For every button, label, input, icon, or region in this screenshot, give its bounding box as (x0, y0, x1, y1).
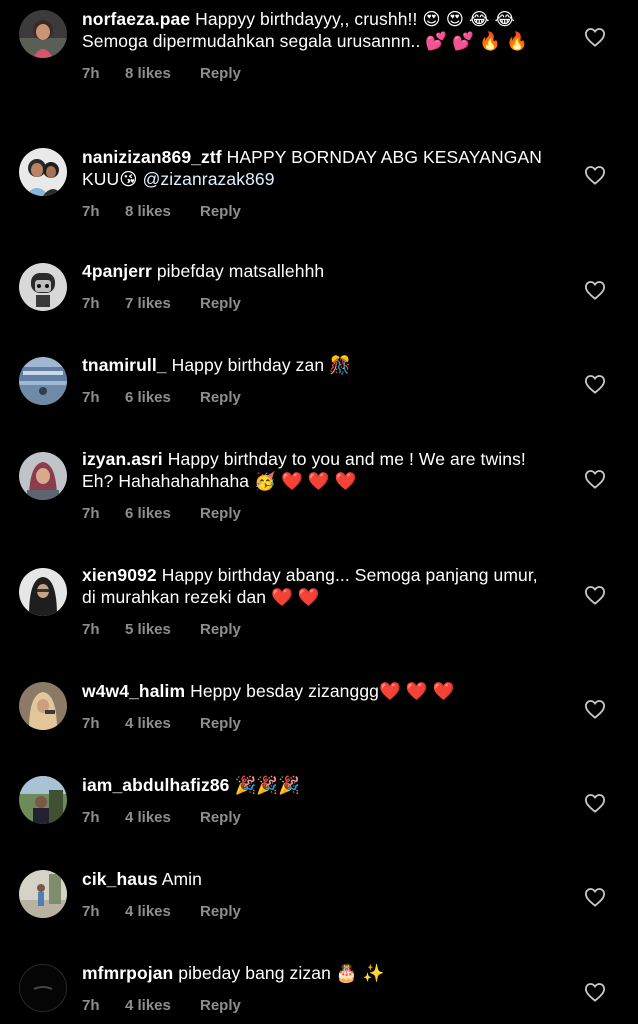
comment-username[interactable]: 4panjerr (82, 261, 152, 281)
avatar[interactable] (19, 357, 67, 405)
comment-likes[interactable]: 6 likes (125, 505, 200, 522)
reply-button[interactable]: Reply (200, 505, 241, 522)
comment-username[interactable]: tnamirull_ (82, 355, 167, 375)
comment-likes[interactable]: 4 likes (125, 903, 200, 920)
comment-body: pibeday bang zizan 🎂 ✨ (178, 963, 385, 983)
heart-outline-icon[interactable] (584, 280, 606, 300)
comment-time: 7h (82, 715, 100, 732)
comment-likes[interactable]: 8 likes (125, 65, 200, 82)
comment-body: Heppy besday zizanggg❤️ ❤️ ❤️ (190, 681, 455, 701)
comment-likes[interactable]: 4 likes (125, 715, 200, 732)
reply-button[interactable]: Reply (200, 621, 241, 638)
heart-outline-icon[interactable] (584, 982, 606, 1002)
comment-username[interactable]: nanizizan869_ztf (82, 147, 222, 167)
avatar[interactable] (19, 776, 67, 824)
avatar[interactable] (19, 568, 67, 616)
comment-meta: 7h 5 likes Reply (82, 621, 552, 638)
comment-text: mfmrpojan pibeday bang zizan 🎂 ✨ (82, 962, 552, 984)
reply-button[interactable]: Reply (200, 65, 241, 82)
comment-username[interactable]: w4w4_halim (82, 681, 185, 701)
comment-text: norfaeza.pae Happyy birthdayyy,, crushh!… (82, 8, 552, 52)
comment-username[interactable]: cik_haus (82, 869, 158, 889)
comment-likes[interactable]: 8 likes (125, 203, 200, 220)
comment-time: 7h (82, 809, 100, 826)
reply-button[interactable]: Reply (200, 715, 241, 732)
comment-text: cik_haus Amin (82, 868, 552, 890)
comment-meta: 7h 8 likes Reply (82, 65, 552, 82)
heart-outline-icon[interactable] (584, 793, 606, 813)
comment-text: izyan.asri Happy birthday to you and me … (82, 448, 552, 492)
comment-time: 7h (82, 203, 100, 220)
avatar[interactable] (19, 452, 67, 500)
comment-time: 7h (82, 505, 100, 522)
comment-likes[interactable]: 4 likes (125, 997, 200, 1014)
comment-meta: 7h 4 likes Reply (82, 809, 552, 826)
comment-time: 7h (82, 65, 100, 82)
comment-username[interactable]: norfaeza.pae (82, 9, 190, 29)
comment-body: Amin (161, 869, 202, 889)
heart-outline-icon[interactable] (584, 374, 606, 394)
comment-text: 4panjerr pibefday matsallehhh (82, 260, 552, 282)
comment-time: 7h (82, 997, 100, 1014)
comment-text: w4w4_halim Heppy besday zizanggg❤️ ❤️ ❤️ (82, 680, 552, 702)
heart-outline-icon[interactable] (584, 165, 606, 185)
comment-time: 7h (82, 903, 100, 920)
avatar[interactable] (19, 10, 67, 58)
reply-button[interactable]: Reply (200, 203, 241, 220)
comment-meta: 7h 7 likes Reply (82, 295, 552, 312)
comment-meta: 7h 6 likes Reply (82, 505, 552, 522)
comment-time: 7h (82, 389, 100, 406)
avatar[interactable] (19, 682, 67, 730)
comment-meta: 7h 8 likes Reply (82, 203, 552, 220)
comment-username[interactable]: xien9092 (82, 565, 157, 585)
comment-body: 🎉🎉🎉 (234, 775, 301, 795)
reply-button[interactable]: Reply (200, 389, 241, 406)
comment-text: tnamirull_ Happy birthday zan 🎊 (82, 354, 552, 376)
comment-likes[interactable]: 5 likes (125, 621, 200, 638)
comment-body: pibefday matsallehhh (156, 261, 325, 281)
comment-meta: 7h 4 likes Reply (82, 715, 552, 732)
comment-meta: 7h 6 likes Reply (82, 389, 552, 406)
heart-outline-icon[interactable] (584, 469, 606, 489)
comment-likes[interactable]: 4 likes (125, 809, 200, 826)
avatar[interactable] (19, 870, 67, 918)
reply-button[interactable]: Reply (200, 295, 241, 312)
comment-username[interactable]: mfmrpojan (82, 963, 173, 983)
comment-text: nanizizan869_ztf HAPPY BORNDAY ABG KESAY… (82, 146, 552, 190)
avatar[interactable] (19, 263, 67, 311)
comment-likes[interactable]: 6 likes (125, 389, 200, 406)
heart-outline-icon[interactable] (584, 699, 606, 719)
comment-meta: 7h 4 likes Reply (82, 903, 552, 920)
heart-outline-icon[interactable] (584, 27, 606, 47)
avatar[interactable] (19, 964, 67, 1012)
comment-time: 7h (82, 621, 100, 638)
reply-button[interactable]: Reply (200, 903, 241, 920)
comment-likes[interactable]: 7 likes (125, 295, 200, 312)
comment-username[interactable]: iam_abdulhafiz86 (82, 775, 229, 795)
heart-outline-icon[interactable] (584, 887, 606, 907)
mention-link[interactable]: @zizanrazak869 (143, 169, 275, 189)
comment-time: 7h (82, 295, 100, 312)
reply-button[interactable]: Reply (200, 809, 241, 826)
reply-button[interactable]: Reply (200, 997, 241, 1014)
heart-outline-icon[interactable] (584, 585, 606, 605)
comment-meta: 7h 4 likes Reply (82, 997, 552, 1014)
comment-username[interactable]: izyan.asri (82, 449, 163, 469)
avatar[interactable] (19, 148, 67, 196)
comment-text: iam_abdulhafiz86 🎉🎉🎉 (82, 774, 552, 796)
comment-body: Happy birthday zan 🎊 (171, 355, 352, 375)
comment-text: xien9092 Happy birthday abang... Semoga … (82, 564, 552, 608)
